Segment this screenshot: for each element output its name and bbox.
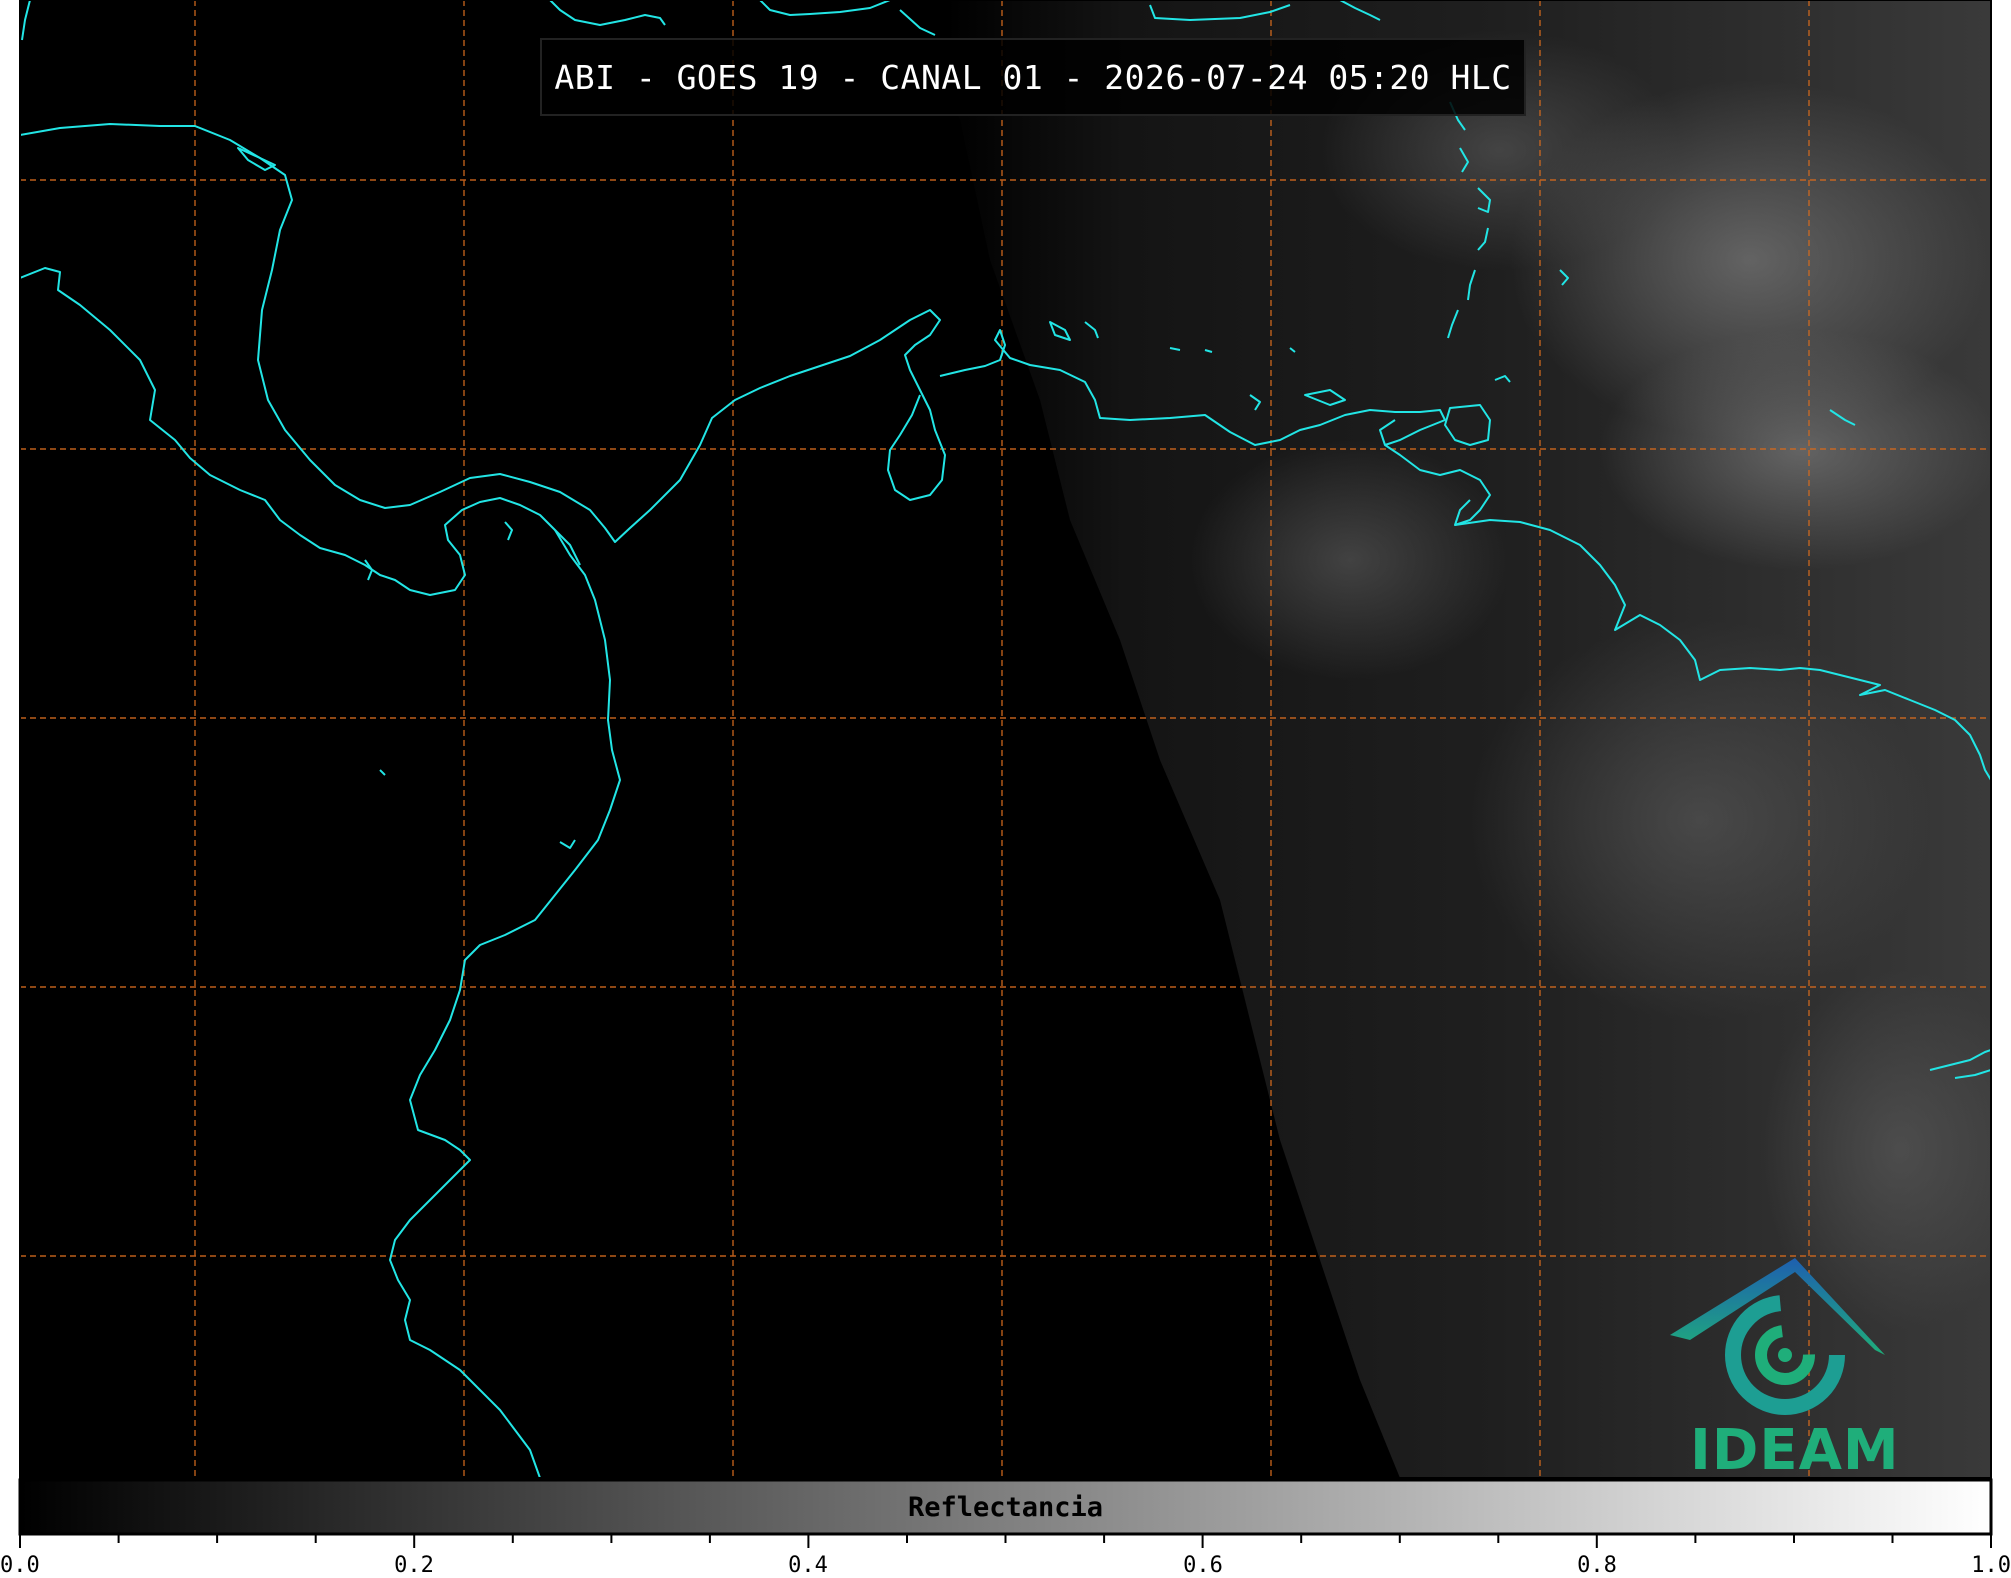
colorbar-tick-label: 1.0 [1971,1553,2011,1578]
colorbar-tick-label: 0.4 [788,1553,828,1578]
colorbar-tick-label: 0.0 [0,1553,40,1578]
colorbar-tick-label: 0.6 [1183,1553,1223,1578]
logo-swirl-core [1778,1348,1792,1362]
cloud-patch [1600,330,1991,570]
title-box: ABI - GOES 19 - CANAL 01 - 2026-07-24 05… [540,38,1526,116]
cloud-patch [1190,440,1510,680]
colorbar-label: Reflectancia [907,1491,1104,1523]
satellite-map [18,0,1993,1548]
colorbar-tick-label: 0.2 [394,1553,434,1578]
map-title: ABI - GOES 19 - CANAL 01 - 2026-07-24 05… [554,57,1512,97]
colorbar-tick-label: 0.8 [1577,1553,1617,1578]
logo-text: IDEAM [1690,1418,1900,1483]
